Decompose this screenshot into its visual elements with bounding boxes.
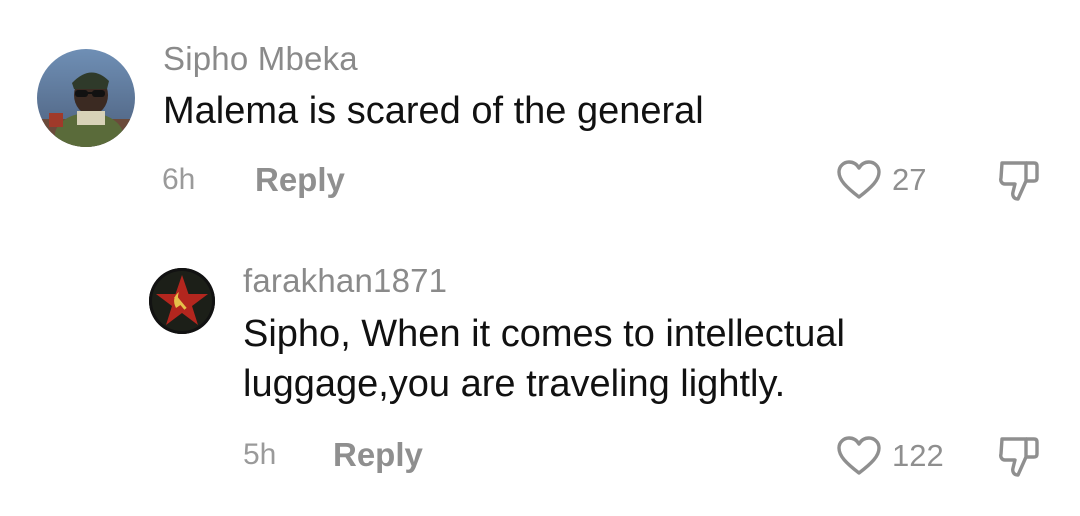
avatar[interactable] bbox=[37, 49, 135, 147]
like-button[interactable]: 27 bbox=[836, 158, 926, 202]
user-photo-avatar bbox=[37, 49, 135, 147]
comment-item: farakhan1871 Sipho, When it comes to int… bbox=[0, 230, 1080, 516]
dislike-button[interactable] bbox=[996, 157, 1042, 203]
thumbs-down-icon bbox=[999, 161, 1039, 201]
like-count: 27 bbox=[892, 162, 927, 197]
dislike-button[interactable] bbox=[996, 433, 1042, 479]
comment-thread: Sipho Mbeka Malema is scared of the gene… bbox=[0, 0, 1080, 516]
like-button[interactable]: 122 bbox=[836, 434, 944, 478]
comment-username[interactable]: Sipho Mbeka bbox=[163, 40, 358, 78]
reply-button[interactable]: Reply bbox=[255, 161, 345, 199]
comment-timestamp: 5h bbox=[243, 438, 277, 471]
comment-text-line-2: luggage,you are traveling lightly. bbox=[243, 363, 786, 405]
avatar[interactable] bbox=[149, 268, 215, 334]
comment-text: Malema is scared of the general bbox=[163, 90, 704, 132]
heart-icon bbox=[837, 436, 881, 475]
like-count: 122 bbox=[892, 438, 944, 473]
comment-text-line-1: Sipho, When it comes to intellectual bbox=[243, 313, 845, 355]
comment-timestamp: 6h bbox=[162, 163, 196, 196]
hammer-sickle-star-avatar bbox=[149, 268, 215, 334]
thumbs-down-icon bbox=[999, 437, 1039, 477]
heart-icon bbox=[837, 160, 881, 199]
reply-button[interactable]: Reply bbox=[333, 436, 423, 474]
comment-item: Sipho Mbeka Malema is scared of the gene… bbox=[0, 0, 1080, 230]
comment-username[interactable]: farakhan1871 bbox=[243, 262, 447, 300]
